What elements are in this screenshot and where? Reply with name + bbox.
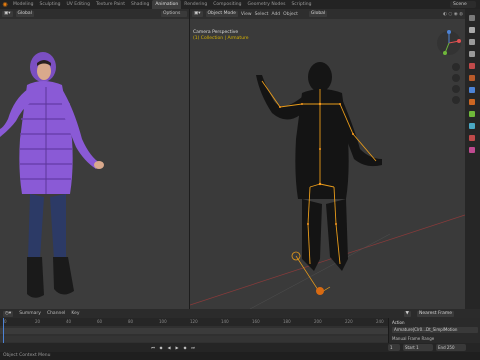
x-axis-line [190, 214, 465, 306]
zoom-icon[interactable] [452, 63, 460, 71]
editor-type-icon[interactable]: ▣▾ [2, 11, 13, 17]
timeline-menu-channel[interactable]: Channel [47, 311, 65, 316]
interpolation-select[interactable]: Nearest Frame [417, 310, 454, 317]
timeline-header: ◷▾ Summary Channel Key ▼ Nearest Frame [0, 309, 480, 318]
end-frame-field[interactable]: End 250 [436, 344, 466, 351]
tab-geometry-nodes[interactable]: Geometry Nodes [244, 0, 288, 9]
pan-hand-icon[interactable] [452, 74, 460, 82]
frame-tick-label: 220 [345, 319, 353, 324]
frame-tick-label: 240 [376, 319, 384, 324]
start-frame-field[interactable]: Start 1 [403, 344, 433, 351]
playback-controls: ⏮ ◆ ◀ ▶ ◆ ⏭ 1 Start 1 End 250 [0, 343, 480, 352]
frame-tick-label: 40 [66, 319, 72, 324]
tool-icon[interactable] [469, 15, 475, 21]
left-orientation-select[interactable]: Global [15, 11, 34, 17]
frame-tick-label: 0 [4, 319, 7, 324]
play-icon[interactable]: ▶ [174, 344, 180, 351]
filter-icon[interactable]: ▼ [403, 310, 412, 317]
view-layer-icon[interactable] [469, 51, 475, 57]
left-options-button[interactable]: Options [161, 11, 187, 17]
frame-tick-label: 180 [283, 319, 291, 324]
workspace-topbar: ◉ Modeling Sculpting UV Editing Texture Pai… [0, 0, 480, 9]
tab-animation[interactable]: Animation [152, 0, 182, 9]
status-text: Object Context Menu [3, 353, 51, 358]
keyframe-tracks[interactable] [0, 326, 388, 343]
tab-scripting[interactable]: Scripting [288, 0, 314, 9]
workspace-tabs: Modeling Sculpting UV Editing Texture Paint… [10, 0, 314, 9]
physics-icon[interactable] [469, 111, 475, 117]
tab-modeling[interactable]: Modeling [10, 0, 36, 9]
tab-sculpting[interactable]: Sculpting [36, 0, 63, 9]
playhead[interactable] [3, 318, 4, 343]
prev-key-icon[interactable]: ◆ [158, 344, 164, 351]
frame-tick-label: 200 [314, 319, 322, 324]
frame-tick-label: 120 [190, 319, 198, 324]
3d-viewport[interactable]: ▣▾ Object Mode View Select Add Object Gl… [190, 9, 465, 309]
timeline-menu-summary[interactable]: Summary [19, 311, 41, 316]
tab-rendering[interactable]: Rendering [181, 0, 210, 9]
modifier-icon[interactable] [469, 99, 475, 105]
timeline-menu-key[interactable]: Key [71, 311, 79, 316]
grid-icon[interactable] [452, 96, 460, 104]
action-track [0, 336, 388, 342]
next-key-icon[interactable]: ◆ [182, 344, 188, 351]
play-reverse-icon[interactable]: ◀ [166, 344, 172, 351]
scene-selector[interactable]: Scene [450, 1, 476, 8]
output-icon[interactable] [469, 39, 475, 45]
scene-canvas [190, 62, 465, 309]
constraint-icon[interactable] [469, 123, 475, 129]
frame-tick-label: 80 [128, 319, 134, 324]
character-render [0, 52, 104, 298]
scene-icon[interactable] [469, 63, 475, 69]
left-camera-viewport[interactable]: ▣▾ Global Options [0, 9, 189, 309]
current-frame-field[interactable]: 1 [388, 344, 400, 351]
tab-compositing[interactable]: Compositing [210, 0, 244, 9]
frame-tick-label: 140 [221, 319, 229, 324]
frame-ruler[interactable]: 0 20 40 60 80 100 120 140 160 180 200 220 240 [0, 318, 388, 326]
action-header: Action [392, 320, 405, 325]
action-name-field[interactable]: Armature|Clr0...Dt_SimplMotion [392, 327, 478, 333]
summary-track [0, 328, 388, 334]
object-icon[interactable] [469, 87, 475, 93]
navigation-gizmo[interactable] [435, 29, 463, 57]
jump-start-icon[interactable]: ⏮ [150, 344, 156, 351]
jump-end-icon[interactable]: ⏭ [190, 344, 196, 351]
tab-uv-editing[interactable]: UV Editing [64, 0, 93, 9]
frame-tick-label: 160 [252, 319, 260, 324]
manual-range-checkbox[interactable]: Manual Frame Range [392, 336, 434, 341]
material-icon[interactable] [469, 135, 475, 141]
frame-tick-label: 100 [159, 319, 167, 324]
texture-icon[interactable] [469, 147, 475, 153]
properties-tab-strip [465, 9, 480, 309]
status-bar: Object Context Menu [0, 352, 480, 360]
camera-view-icon[interactable] [452, 85, 460, 93]
frame-tick-label: 60 [97, 319, 103, 324]
frame-tick-label: 20 [35, 319, 41, 324]
action-panel: Action Armature|Clr0...Dt_SimplMotion Ma… [388, 318, 480, 343]
character-wireframe [256, 62, 382, 271]
render-icon[interactable] [469, 27, 475, 33]
timeline-editor-type-icon[interactable]: ◷▾ [3, 310, 14, 317]
tab-texture-paint[interactable]: Texture Paint [93, 0, 128, 9]
origin-marker[interactable] [316, 287, 324, 295]
tab-shading[interactable]: Shading [128, 0, 152, 9]
blender-logo-icon[interactable]: ◉ [0, 0, 10, 9]
world-icon[interactable] [469, 75, 475, 81]
